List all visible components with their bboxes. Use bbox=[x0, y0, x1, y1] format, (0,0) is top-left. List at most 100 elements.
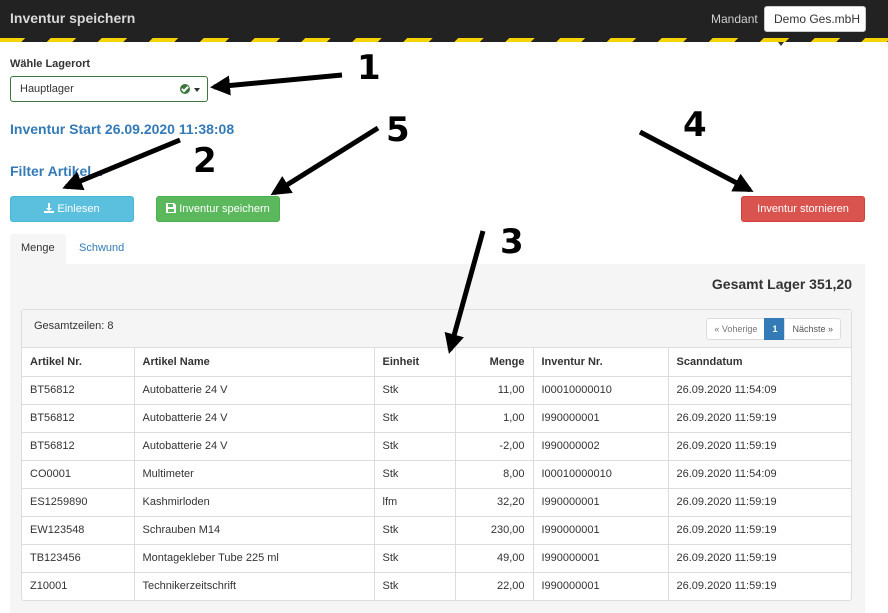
cell-einheit: Stk bbox=[374, 571, 456, 600]
table-row[interactable]: BT56812 Autobatterie 24 V Stk 1,00 I9900… bbox=[22, 403, 851, 432]
cell-menge: -2,00 bbox=[455, 431, 534, 460]
page-title: Inventur speichern bbox=[10, 10, 136, 26]
cell-menge: 49,00 bbox=[455, 543, 534, 572]
annotation-label-2: 2 bbox=[193, 141, 217, 181]
cell-artikel-name: Kashmirloden bbox=[134, 487, 375, 516]
cell-scanndatum: 26.09.2020 11:59:19 bbox=[668, 431, 851, 460]
column-header-menge[interactable]: Menge bbox=[455, 348, 534, 377]
table-row[interactable]: BT56812 Autobatterie 24 V Stk 11,00 I000… bbox=[22, 375, 851, 404]
einlesen-label: Einlesen bbox=[57, 203, 100, 215]
cell-einheit: Stk bbox=[374, 375, 456, 404]
inventur-speichern-label: Inventur speichern bbox=[179, 203, 270, 215]
cell-einheit: Stk bbox=[374, 515, 456, 544]
cell-inventur-nr: I990000001 bbox=[533, 487, 669, 516]
table-row[interactable]: BT56812 Autobatterie 24 V Stk -2,00 I990… bbox=[22, 431, 851, 460]
arrow-5 bbox=[270, 125, 380, 196]
cell-scanndatum: 26.09.2020 11:59:19 bbox=[668, 487, 851, 516]
cell-scanndatum: 26.09.2020 11:59:19 bbox=[668, 403, 851, 432]
cell-artikel-name: Multimeter bbox=[134, 459, 375, 488]
cell-einheit: lfm bbox=[374, 487, 456, 516]
cell-menge: 230,00 bbox=[455, 515, 534, 544]
tab-content-panel: Gesamt Lager 351,20 Gesamtzeilen: 8 « Vo… bbox=[10, 264, 865, 613]
chevron-down-icon bbox=[194, 88, 200, 92]
cell-einheit: Stk bbox=[374, 431, 456, 460]
cell-inventur-nr: I990000001 bbox=[533, 515, 669, 544]
cell-inventur-nr: I990000001 bbox=[533, 571, 669, 600]
cell-menge: 22,00 bbox=[455, 571, 534, 600]
lagerort-label: Wähle Lagerort bbox=[10, 58, 91, 70]
cell-artikel-name: Autobatterie 24 V bbox=[134, 403, 375, 432]
tab-schwund[interactable]: Schwund bbox=[68, 234, 135, 264]
mandant-dropdown[interactable]: Demo Ges.mbH bbox=[764, 6, 866, 46]
cell-artikel-name: Montagekleber Tube 225 ml bbox=[134, 543, 375, 572]
cell-artikel-name: Autobatterie 24 V bbox=[134, 375, 375, 404]
chevron-down-icon bbox=[778, 41, 784, 46]
inventur-start-title: Inventur Start 26.09.2020 11:38:08 bbox=[10, 121, 235, 137]
mandant-label: Mandant bbox=[711, 12, 758, 26]
pagination-prev-button[interactable]: « Voherige bbox=[706, 318, 766, 340]
inventur-table-panel: Gesamtzeilen: 8 « Voherige 1 Nächste » A… bbox=[21, 309, 852, 601]
inventur-table: Artikel Nr. Artikel Name Einheit Menge I… bbox=[22, 348, 851, 600]
pagination-next-button[interactable]: Nächste » bbox=[784, 318, 841, 340]
save-icon bbox=[166, 203, 177, 213]
hazard-stripe bbox=[0, 38, 888, 42]
cell-menge: 1,00 bbox=[455, 403, 534, 432]
cell-artikel-nr: BT56812 bbox=[22, 431, 135, 460]
arrow-1 bbox=[210, 72, 343, 96]
lagerort-value: Hauptlager bbox=[20, 83, 74, 95]
cell-artikel-nr: EW123548 bbox=[22, 515, 135, 544]
cell-inventur-nr: I990000001 bbox=[533, 543, 669, 572]
cell-artikel-nr: CO0001 bbox=[22, 459, 135, 488]
table-panel-header: Gesamtzeilen: 8 « Voherige 1 Nächste » bbox=[22, 310, 851, 348]
cell-inventur-nr: I00010000010 bbox=[533, 459, 669, 488]
table-row[interactable]: Z10001 Technikerzeitschrift Stk 22,00 I9… bbox=[22, 571, 851, 600]
table-row[interactable]: ES1259890 Kashmirloden lfm 32,20 I990000… bbox=[22, 487, 851, 516]
cell-scanndatum: 26.09.2020 11:59:19 bbox=[668, 571, 851, 600]
column-header-artikel-nr[interactable]: Artikel Nr. bbox=[22, 348, 135, 377]
check-circle-icon bbox=[180, 84, 190, 94]
cell-artikel-name: Schrauben M14 bbox=[134, 515, 375, 544]
tab-bar: Menge Schwund bbox=[10, 234, 865, 264]
pagination-page-1[interactable]: 1 bbox=[764, 318, 786, 340]
cell-scanndatum: 26.09.2020 11:54:09 bbox=[668, 459, 851, 488]
lagerort-select[interactable]: Hauptlager bbox=[10, 76, 208, 102]
inventur-stornieren-label: Inventur stornieren bbox=[757, 203, 849, 215]
cell-artikel-nr: BT56812 bbox=[22, 403, 135, 432]
table-row[interactable]: TB123456 Montagekleber Tube 225 ml Stk 4… bbox=[22, 543, 851, 572]
cell-artikel-name: Autobatterie 24 V bbox=[134, 431, 375, 460]
cell-artikel-nr: ES1259890 bbox=[22, 487, 135, 516]
einlesen-button[interactable]: Einlesen bbox=[10, 196, 134, 222]
annotation-label-1: 1 bbox=[357, 48, 381, 88]
annotation-label-4: 4 bbox=[683, 105, 707, 145]
cell-inventur-nr: I990000001 bbox=[533, 403, 669, 432]
cell-einheit: Stk bbox=[374, 543, 456, 572]
table-row[interactable]: CO0001 Multimeter Stk 8,00 I00010000010 … bbox=[22, 459, 851, 488]
cell-menge: 32,20 bbox=[455, 487, 534, 516]
mandant-value: Demo Ges.mbH bbox=[774, 12, 861, 26]
column-header-artikel-name[interactable]: Artikel Name bbox=[134, 348, 375, 377]
cell-scanndatum: 26.09.2020 11:59:19 bbox=[668, 543, 851, 572]
cell-inventur-nr: I00010000010 bbox=[533, 375, 669, 404]
cell-einheit: Stk bbox=[374, 459, 456, 488]
column-header-inventur-nr[interactable]: Inventur Nr. bbox=[533, 348, 669, 377]
pagination: « Voherige 1 Nächste » bbox=[706, 318, 841, 340]
tab-menge[interactable]: Menge bbox=[10, 234, 66, 264]
download-icon bbox=[44, 203, 55, 213]
table-header-row: Artikel Nr. Artikel Name Einheit Menge I… bbox=[22, 348, 851, 377]
cell-einheit: Stk bbox=[374, 403, 456, 432]
cell-artikel-nr: Z10001 bbox=[22, 571, 135, 600]
inventur-stornieren-button[interactable]: Inventur stornieren bbox=[741, 196, 865, 222]
table-row[interactable]: EW123548 Schrauben M14 Stk 230,00 I99000… bbox=[22, 515, 851, 544]
filter-artikel-link[interactable]: Filter Artikel... bbox=[10, 163, 103, 179]
annotation-label-3: 3 bbox=[500, 222, 524, 262]
cell-artikel-nr: BT56812 bbox=[22, 375, 135, 404]
cell-inventur-nr: I990000002 bbox=[533, 431, 669, 460]
inventur-speichern-button[interactable]: Inventur speichern bbox=[156, 196, 280, 222]
cell-scanndatum: 26.09.2020 11:54:09 bbox=[668, 375, 851, 404]
row-count: Gesamtzeilen: 8 bbox=[34, 320, 114, 332]
column-header-scanndatum[interactable]: Scanndatum bbox=[668, 348, 851, 377]
cell-artikel-name: Technikerzeitschrift bbox=[134, 571, 375, 600]
cell-menge: 8,00 bbox=[455, 459, 534, 488]
column-header-einheit[interactable]: Einheit bbox=[374, 348, 456, 377]
cell-scanndatum: 26.09.2020 11:59:19 bbox=[668, 515, 851, 544]
